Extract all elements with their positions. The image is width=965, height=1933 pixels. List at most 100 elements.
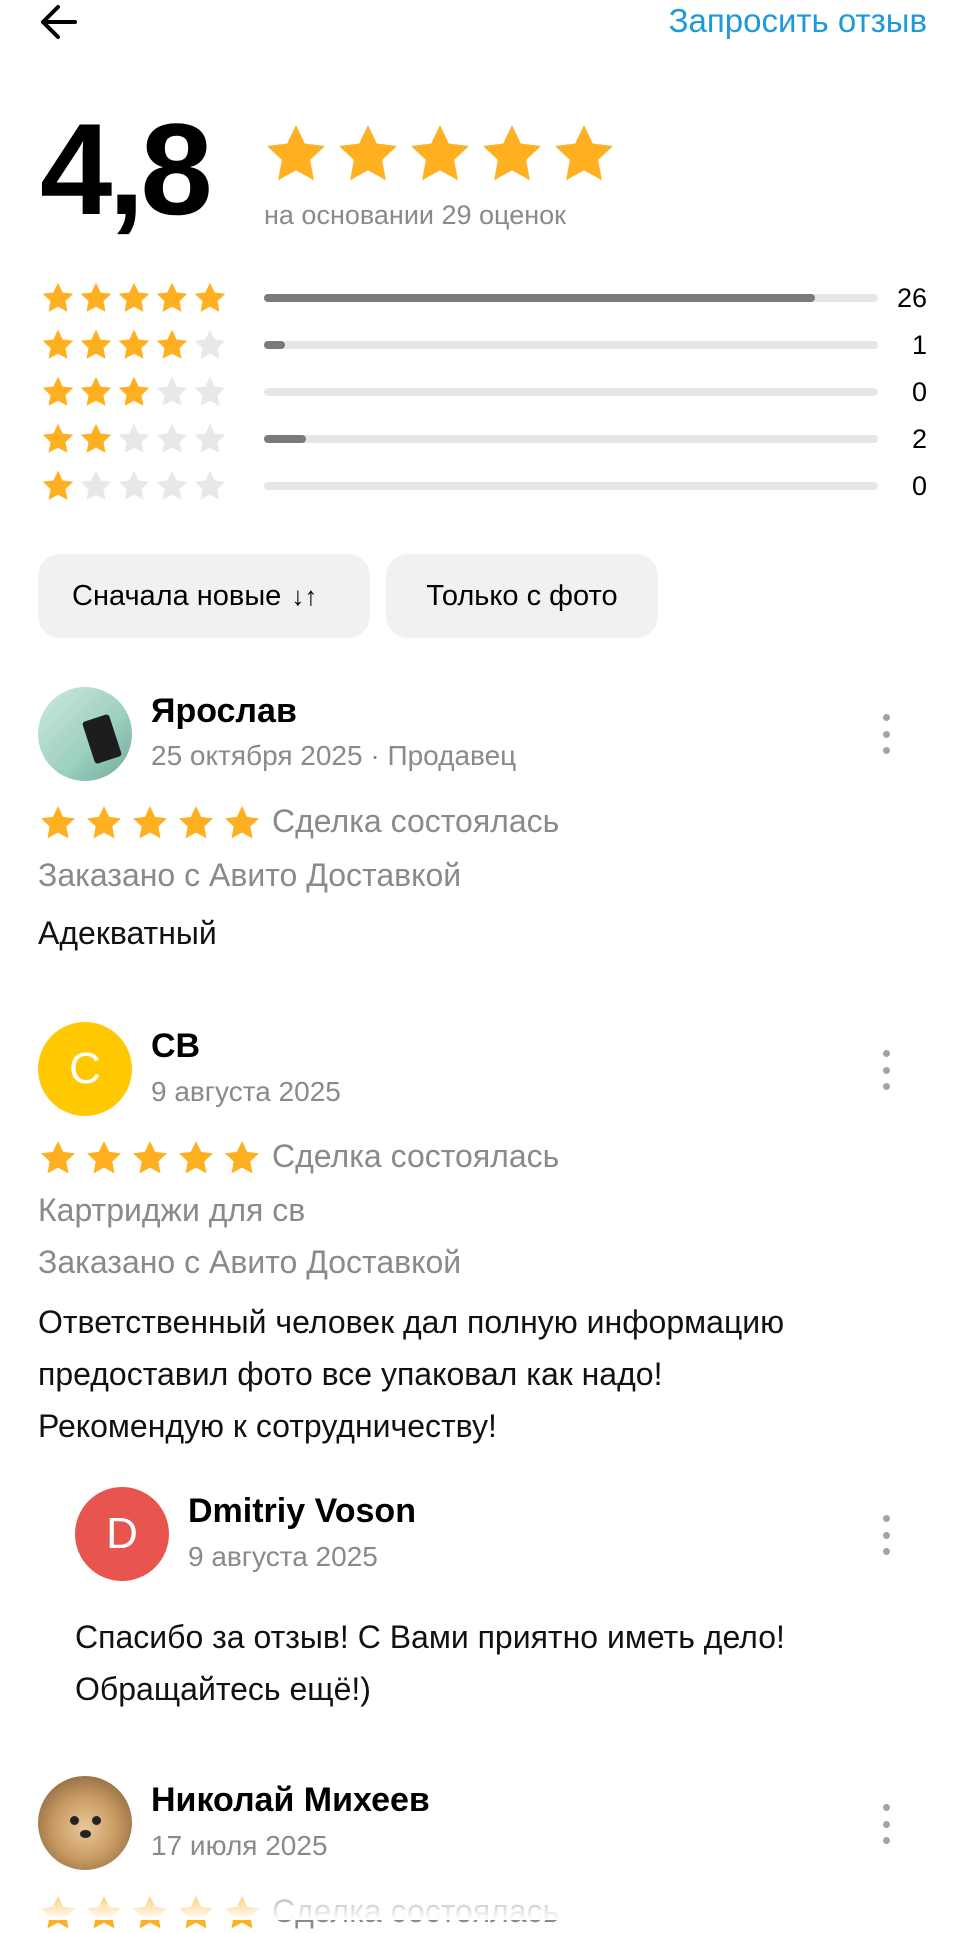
reply-text-line: Обращайтесь ещё!) [75, 1671, 371, 1707]
star-icon [40, 468, 76, 504]
star-empty-icon [154, 421, 190, 457]
avatar-photo [81, 713, 123, 765]
more-options-icon[interactable] [876, 1515, 896, 1555]
review-meta: 25 октября 2025 · Продавец [151, 740, 517, 771]
star-empty-icon [154, 374, 190, 410]
review-text-line: Ответственный человек дал полную информа… [38, 1304, 785, 1340]
back-button[interactable] [38, 0, 90, 44]
star-icon [176, 1138, 216, 1178]
item-name: Картриджи для св [38, 1192, 306, 1228]
rating-count: 0 [911, 470, 927, 501]
rating-count: 0 [911, 376, 927, 407]
review-text-line: Рекомендую к сотрудничеству! [38, 1408, 497, 1444]
rating-row-5: 26 [40, 278, 927, 318]
star-empty-icon [192, 421, 228, 457]
star-icon [78, 421, 114, 457]
rating-count: 26 [896, 282, 927, 313]
star-icon [334, 120, 402, 188]
rating-bar-fill [264, 435, 307, 443]
star-icon [192, 280, 228, 316]
reviewer-name[interactable]: Ярослав [151, 692, 297, 731]
star-icon [38, 1138, 78, 1178]
rating-bar-fill [264, 294, 815, 302]
rating-count: 2 [911, 423, 927, 454]
ratings-count-caption: на основании 29 оценок [264, 200, 566, 230]
star-icon [38, 803, 78, 843]
star-empty-icon [192, 327, 228, 363]
delivery-note: Заказано с Авито Доставкой [38, 1244, 462, 1280]
star-empty-icon [192, 374, 228, 410]
star-icon [262, 120, 330, 188]
request-review-link[interactable]: Запросить отзыв [669, 2, 927, 40]
row-stars [40, 280, 230, 316]
rating-bar [264, 435, 878, 443]
only-with-photo-button[interactable]: Только с фото [386, 554, 658, 638]
arrow-left-icon [41, 5, 77, 39]
row-stars [40, 374, 230, 410]
rating-row-2: 2 [40, 419, 927, 459]
rating-bar [264, 388, 878, 396]
scroll-fade [0, 1880, 965, 1920]
star-icon [40, 280, 76, 316]
star-icon [78, 327, 114, 363]
avatar[interactable] [38, 1776, 132, 1870]
star-icon [154, 327, 190, 363]
star-empty-icon [78, 468, 114, 504]
star-empty-icon [192, 468, 228, 504]
summary-stars [262, 120, 618, 188]
star-icon [84, 1138, 124, 1178]
more-options-icon[interactable] [876, 1804, 896, 1844]
rating-bar [264, 341, 878, 349]
reply-meta: 9 августа 2025 [188, 1541, 378, 1572]
star-icon [116, 374, 152, 410]
star-icon [130, 803, 170, 843]
review-text-line: предоставил фото все упаковал как надо! [38, 1356, 663, 1392]
rating-row-3: 0 [40, 372, 927, 412]
rating-row-1: 0 [40, 466, 927, 506]
star-icon [116, 327, 152, 363]
more-options-icon[interactable] [876, 1050, 896, 1090]
row-stars [40, 468, 230, 504]
star-icon [40, 421, 76, 457]
row-stars [40, 327, 230, 363]
more-options-icon[interactable] [876, 714, 896, 754]
reviewer-name[interactable]: Николай Михеев [151, 1781, 430, 1820]
star-icon [176, 803, 216, 843]
star-empty-icon [154, 468, 190, 504]
rating-bar [264, 482, 878, 490]
star-icon [130, 1138, 170, 1178]
photo-filter-label: Только с фото [426, 579, 618, 612]
star-icon [154, 280, 190, 316]
deal-status: Сделка состоялась [272, 803, 560, 839]
avatar[interactable] [38, 687, 132, 781]
review-text: Адекватный [38, 915, 217, 951]
avatar[interactable]: D [75, 1487, 169, 1581]
review-meta: 9 августа 2025 [151, 1076, 341, 1107]
star-icon [40, 374, 76, 410]
sort-label: Сначала новые [72, 579, 282, 612]
review-stars [38, 803, 262, 843]
average-rating: 4,8 [40, 96, 213, 242]
rating-bar-fill [264, 341, 285, 349]
avatar[interactable]: С [38, 1022, 132, 1116]
star-icon [78, 280, 114, 316]
rating-bar [264, 294, 878, 302]
reply-author-name[interactable]: Dmitriy Voson [188, 1492, 416, 1531]
star-icon [78, 374, 114, 410]
star-icon [478, 120, 546, 188]
star-icon [406, 120, 474, 188]
reply-text-line: Спасибо за отзыв! С Вами приятно иметь д… [75, 1619, 785, 1655]
row-stars [40, 421, 230, 457]
star-icon [116, 280, 152, 316]
reviewer-name[interactable]: СВ [151, 1027, 200, 1066]
review-stars [38, 1138, 262, 1178]
star-icon [84, 803, 124, 843]
review-meta: 17 июля 2025 [151, 1830, 328, 1861]
star-icon [40, 327, 76, 363]
avatar-initial: D [106, 1509, 138, 1558]
sort-newest-button[interactable]: Сначала новые ↓↑ [38, 554, 370, 638]
rating-count: 1 [911, 329, 927, 360]
star-icon [550, 120, 618, 188]
avatar-initial: С [69, 1044, 101, 1093]
deal-status: Сделка состоялась [272, 1138, 560, 1174]
